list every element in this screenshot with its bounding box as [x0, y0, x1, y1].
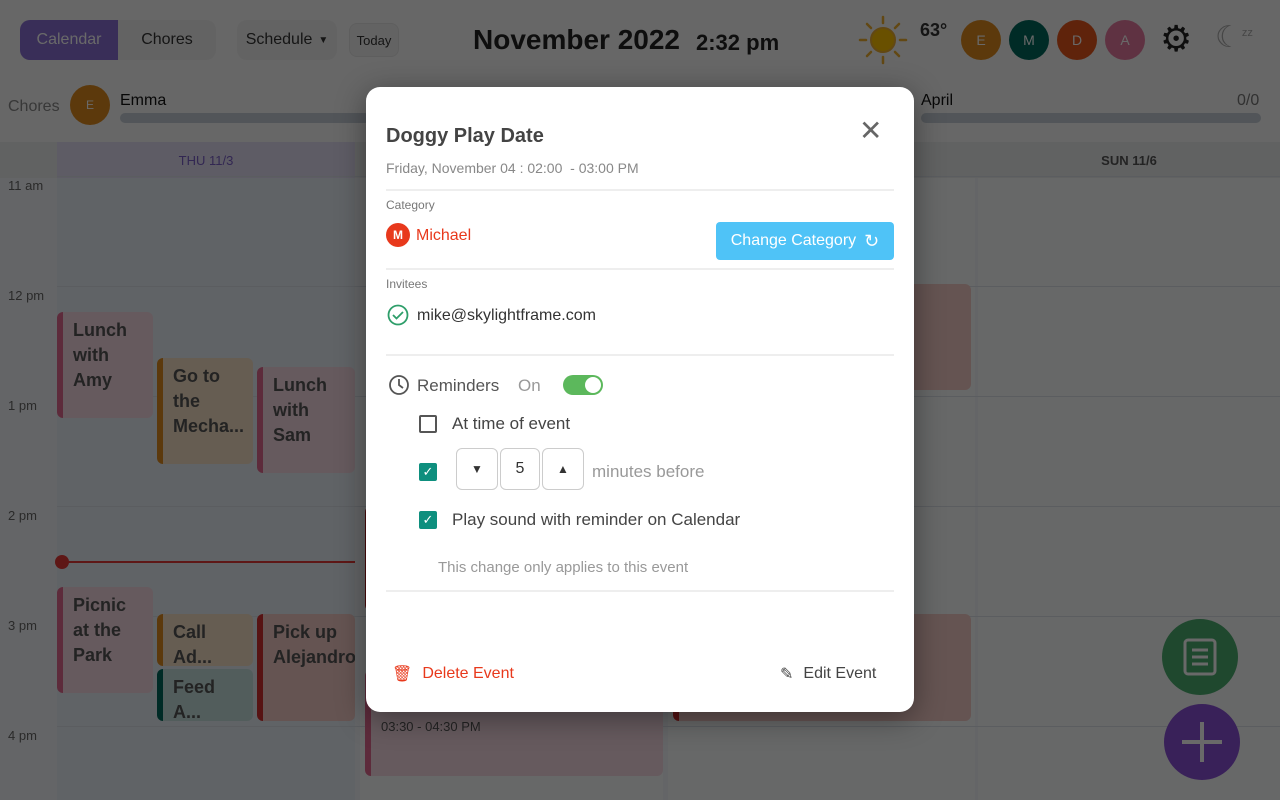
- hour-label: 12 pm: [8, 288, 45, 303]
- delete-label: Delete Event: [422, 665, 514, 682]
- event-datetime: Friday, November 04 : 02:00 - 03:00 PM: [386, 160, 639, 176]
- minutes-before-checkbox[interactable]: ✓: [419, 463, 437, 481]
- event-card[interactable]: Lunch with Amy: [57, 312, 153, 418]
- check-circle-icon: [387, 304, 409, 326]
- trash-icon: 🗑: [392, 666, 413, 683]
- chore-progress-bar: [921, 113, 1261, 123]
- event-card[interactable]: Go to the Mecha...: [157, 358, 253, 464]
- member-avatar-m[interactable]: M: [1009, 20, 1049, 60]
- schedule-dropdown[interactable]: Schedule ▼: [237, 20, 337, 60]
- minutes-input[interactable]: 5: [500, 448, 540, 490]
- chores-label: Chores: [8, 98, 60, 115]
- sleep-moon-icon[interactable]: ☾zz: [1215, 20, 1253, 55]
- reminders-toggle[interactable]: [563, 375, 603, 395]
- category-label: Category: [386, 198, 435, 212]
- schedule-label: Schedule: [245, 31, 313, 48]
- event-card[interactable]: Feed A...: [157, 669, 253, 721]
- list-document-icon: [1183, 638, 1217, 676]
- delete-event-button[interactable]: 🗑 Delete Event: [392, 664, 514, 684]
- chore-person-name: Emma: [120, 92, 167, 109]
- plus-icon: [1182, 722, 1222, 762]
- tab-chores[interactable]: Chores: [118, 20, 216, 60]
- add-event-fab[interactable]: [1164, 704, 1240, 780]
- tasks-fab[interactable]: [1162, 619, 1238, 695]
- decrement-button[interactable]: ▼: [456, 448, 498, 490]
- chore-avatar-emma[interactable]: E: [70, 85, 110, 125]
- event-title: Doggy Play Date: [386, 125, 544, 147]
- hour-label: 4 pm: [8, 728, 37, 743]
- today-button[interactable]: Today: [349, 23, 399, 57]
- increment-button[interactable]: ▲: [542, 448, 584, 490]
- caret-down-icon: ▼: [318, 34, 329, 46]
- member-avatar-a[interactable]: A: [1105, 20, 1145, 60]
- edit-label: Edit Event: [803, 665, 877, 682]
- category-avatar: M: [386, 223, 410, 247]
- day-header-sun[interactable]: SUN 11/6: [978, 142, 1280, 178]
- current-time-line: [57, 561, 355, 563]
- top-bar: Calendar Chores Schedule ▼ Today November…: [0, 0, 1280, 80]
- member-avatar-e[interactable]: E: [961, 20, 1001, 60]
- gear-icon[interactable]: ⚙: [1160, 18, 1192, 60]
- month-title: November 2022: [473, 24, 681, 55]
- change-category-button[interactable]: Change Category ↻: [716, 222, 894, 260]
- current-time-dot: [55, 555, 69, 569]
- pencil-icon: ✎: [780, 666, 794, 683]
- event-card[interactable]: Picnic at the Park: [57, 587, 153, 693]
- temperature: 63°: [920, 20, 948, 40]
- chore-count: 0/0: [1237, 92, 1260, 109]
- member-avatar-d[interactable]: D: [1057, 20, 1097, 60]
- refresh-icon: ↻: [864, 230, 880, 251]
- option-label: At time of event: [452, 414, 571, 433]
- chore-progress-bar: [120, 113, 370, 123]
- event-card[interactable]: Lunch with Sam: [257, 367, 355, 473]
- event-details-modal: Doggy Play Date Friday, November 04 : 02…: [366, 87, 914, 712]
- event-card[interactable]: Pick up Alejandro: [257, 614, 355, 721]
- invitees-label: Invitees: [386, 277, 428, 291]
- change-category-label: Change Category: [730, 232, 857, 249]
- note-text: This change only applies to this event: [438, 559, 689, 576]
- chore-person-name: April: [921, 92, 954, 109]
- view-tabs: Calendar Chores: [20, 20, 216, 60]
- day-header-thu[interactable]: THU 11/3: [57, 142, 355, 178]
- close-icon[interactable]: ✕: [859, 117, 882, 145]
- option-label: minutes before: [592, 462, 705, 481]
- category-name: Michael: [416, 227, 472, 244]
- reminders-state: On: [518, 376, 541, 395]
- event-card[interactable]: Call Ad...: [157, 614, 253, 666]
- hour-label: 3 pm: [8, 618, 37, 633]
- clock: 2:32 pm: [696, 30, 780, 55]
- tab-calendar[interactable]: Calendar: [20, 20, 118, 60]
- clock-icon: [389, 375, 409, 395]
- option-label: Play sound with reminder on Calendar: [452, 510, 741, 529]
- hour-label: 1 pm: [8, 398, 37, 413]
- invitee-email: mike@skylightframe.com: [417, 307, 596, 324]
- sun-icon: [858, 15, 908, 65]
- hour-label: 2 pm: [8, 508, 37, 523]
- hour-label: 11 am: [8, 178, 44, 193]
- edit-event-button[interactable]: ✎ Edit Event: [780, 664, 876, 684]
- at-time-checkbox[interactable]: [419, 415, 437, 433]
- hour-line: [57, 726, 1280, 727]
- reminders-label: Reminders: [417, 376, 500, 395]
- play-sound-checkbox[interactable]: ✓: [419, 511, 437, 529]
